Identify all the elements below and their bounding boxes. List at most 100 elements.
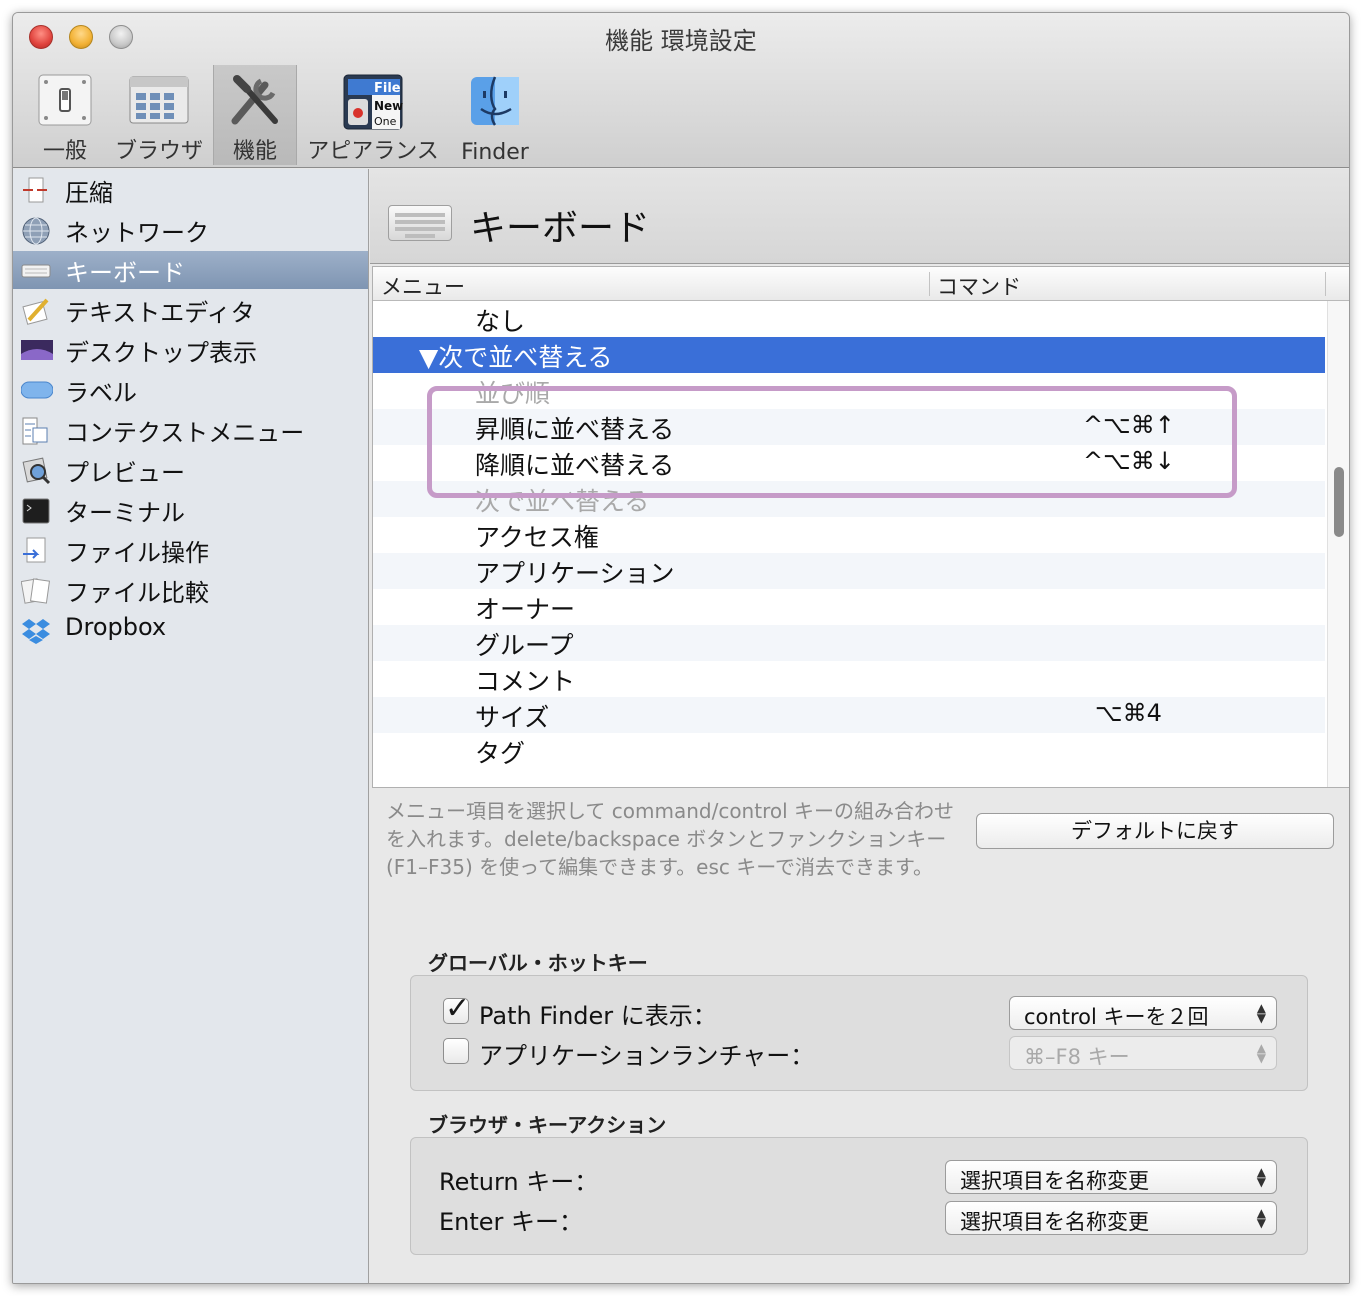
sidebar-item-label: コンテクストメニュー	[65, 419, 305, 447]
toolbar-item-general[interactable]: 一般	[27, 65, 103, 165]
table-row-selected[interactable]: ▼次で並べ替える	[373, 337, 1325, 373]
column-header-menu[interactable]: メニュー	[381, 271, 465, 301]
file-operation-icon	[21, 536, 49, 564]
preview-icon	[21, 456, 51, 485]
toolbar-item-label: Finder	[461, 140, 529, 165]
table-row[interactable]: 次で並べ替える	[373, 481, 1325, 517]
updown-arrows-icon: ▲ ▼	[1256, 1165, 1266, 1189]
row-menu-label: サイズ	[475, 703, 550, 732]
table-header: メニュー コマンド	[373, 267, 1349, 301]
finder-icon	[467, 73, 523, 133]
checkmark-icon: ✓	[445, 991, 471, 1026]
sidebar-item-label: テキストエディタ	[65, 299, 255, 327]
sidebar-item-terminal[interactable]: ターミナル	[13, 491, 368, 529]
dropbox-icon	[21, 616, 50, 644]
sidebar-item-file-operation[interactable]: ファイル操作	[13, 531, 368, 569]
app-launcher-hotkey-popup[interactable]: ⌘–F8 キー ▲ ▼	[1009, 1036, 1277, 1070]
row-menu-label: 降順に並べ替える	[475, 451, 675, 480]
sidebar-item-label: ファイル操作	[65, 539, 209, 567]
toolbar-item-label: 機能	[232, 139, 277, 164]
sidebar-item-network[interactable]: ネットワーク	[13, 211, 368, 249]
table-row[interactable]: なし	[373, 301, 1325, 337]
browser-key-action-group: Return キー： 選択項目を名称変更 ▲ ▼ Enter キー： 選択項目を名…	[410, 1137, 1308, 1255]
row-menu-label: 並び順	[475, 379, 551, 408]
popup-value: ⌘–F8 キー	[1024, 1045, 1130, 1069]
sidebar-item-label-settings[interactable]: ラベル	[13, 371, 368, 409]
context-menu-icon	[21, 416, 49, 445]
appearance-icon-new-text: New	[374, 99, 404, 113]
table-scrollbar[interactable]	[1327, 301, 1349, 787]
sidebar-item-label: プレビュー	[65, 459, 185, 487]
sidebar-item-preview[interactable]: プレビュー	[13, 451, 368, 489]
table-row[interactable]: 並び順	[373, 373, 1325, 409]
label-icon	[20, 376, 54, 404]
sidebar-item-label: ネットワーク	[65, 219, 209, 247]
keyboard-icon	[388, 205, 452, 241]
row-menu-label: アプリケーション	[475, 559, 675, 588]
sidebar-item-label: ファイル比較	[65, 579, 209, 607]
appearance-icon-one-text: One	[374, 115, 397, 127]
table-row[interactable]: コメント	[373, 661, 1325, 697]
enter-key-popup[interactable]: 選択項目を名称変更 ▲ ▼	[945, 1201, 1277, 1235]
row-menu-label: オーナー	[475, 595, 576, 624]
column-header-command[interactable]: コマンド	[937, 271, 1021, 301]
sidebar-item-dropbox[interactable]: Dropbox	[13, 611, 368, 649]
sidebar-item-context-menu[interactable]: コンテクストメニュー	[13, 411, 368, 449]
file-compare-icon	[20, 576, 51, 604]
sidebar-item-compress[interactable]: 圧縮	[13, 171, 368, 209]
main-pane: キーボード メニュー コマンド なし ▼次で並べ替える 並び順 昇順に並べ替える…	[370, 169, 1349, 1283]
return-key-popup[interactable]: 選択項目を名称変更 ▲ ▼	[945, 1160, 1277, 1194]
table-row[interactable]: アクセス権	[373, 517, 1325, 553]
scrollbar-thumb[interactable]	[1334, 467, 1344, 537]
table-row[interactable]: 昇順に並べ替える ^⌥⌘↑	[373, 409, 1325, 445]
desktop-icon	[21, 336, 53, 364]
appearance-menu-icon: File New One	[342, 73, 404, 131]
restore-defaults-button[interactable]: デフォルトに戻す	[976, 813, 1334, 849]
sidebar-item-file-compare[interactable]: ファイル比較	[13, 571, 368, 609]
browser-key-action-title: ブラウザ・キーアクション	[428, 1113, 667, 1137]
sidebar-item-label: ターミナル	[65, 499, 185, 527]
terminal-icon	[21, 496, 50, 524]
table-row[interactable]: タグ	[373, 733, 1325, 769]
column-divider	[929, 272, 930, 296]
sidebar-item-text-editor[interactable]: テキストエディタ	[13, 291, 368, 329]
toolbar-item-finder[interactable]: Finder	[453, 65, 537, 165]
row-menu-label: タグ	[475, 739, 526, 768]
popup-value: control キーを２回	[1024, 1005, 1209, 1029]
shortcut-table[interactable]: メニュー コマンド なし ▼次で並べ替える 並び順 昇順に並べ替える ^⌥⌘↑	[372, 266, 1349, 788]
browser-window-icon	[128, 73, 190, 131]
section-header: キーボード	[370, 169, 1349, 264]
return-key-label: Return キー：	[439, 1168, 599, 1196]
sidebar-item-keyboard[interactable]: キーボード	[13, 251, 368, 289]
popup-value: 選択項目を名称変更	[960, 1169, 1149, 1193]
table-row[interactable]: アプリケーション	[373, 553, 1325, 589]
updown-arrows-icon: ▲ ▼	[1256, 1001, 1266, 1025]
row-menu-label: グループ	[475, 631, 574, 660]
global-hotkey-title: グローバル・ホットキー	[428, 951, 648, 975]
table-row[interactable]: 降順に並べ替える ^⌥⌘↓	[373, 445, 1325, 481]
enter-key-label: Enter キー：	[439, 1208, 584, 1236]
row-menu-label: 次で並べ替える	[475, 487, 650, 516]
popup-value: 選択項目を名称変更	[960, 1210, 1149, 1234]
path-finder-hotkey-popup[interactable]: control キーを２回 ▲ ▼	[1009, 996, 1277, 1030]
text-editor-icon	[21, 296, 49, 325]
toolbar-item-browser[interactable]: ブラウザ	[111, 65, 207, 165]
toolbar-item-label: 一般	[42, 139, 87, 164]
window-toolbar: 機能 環境設定 一般 ブラウザ 機能 File New One アピアランス F…	[13, 13, 1349, 168]
sidebar-item-label: Dropbox	[65, 613, 167, 641]
app-launcher-hotkey-checkbox[interactable]	[443, 1038, 469, 1064]
sidebar-item-desktop[interactable]: デスクトップ表示	[13, 331, 368, 369]
preferences-window: 機能 環境設定 一般 ブラウザ 機能 File New One アピアランス F…	[12, 12, 1350, 1284]
switch-icon	[37, 73, 93, 131]
toolbar-item-features[interactable]: 機能	[213, 65, 297, 165]
toolbar-item-appearance[interactable]: File New One アピアランス	[305, 65, 441, 165]
table-row[interactable]: グループ	[373, 625, 1325, 661]
table-row[interactable]: オーナー	[373, 589, 1325, 625]
table-row[interactable]: サイズ ⌥⌘4	[373, 697, 1325, 733]
path-finder-hotkey-checkbox[interactable]: ✓	[443, 991, 470, 1026]
help-text: メニュー項目を選択して command/control キーの組み合わせを入れま…	[386, 799, 955, 879]
sidebar-item-label: キーボード	[65, 259, 185, 287]
global-hotkey-group: ✓ Path Finder に表示： control キーを２回 ▲ ▼ アプリケ…	[410, 975, 1308, 1091]
row-menu-label: 昇順に並べ替える	[475, 415, 675, 444]
updown-arrows-icon: ▲ ▼	[1256, 1206, 1266, 1230]
